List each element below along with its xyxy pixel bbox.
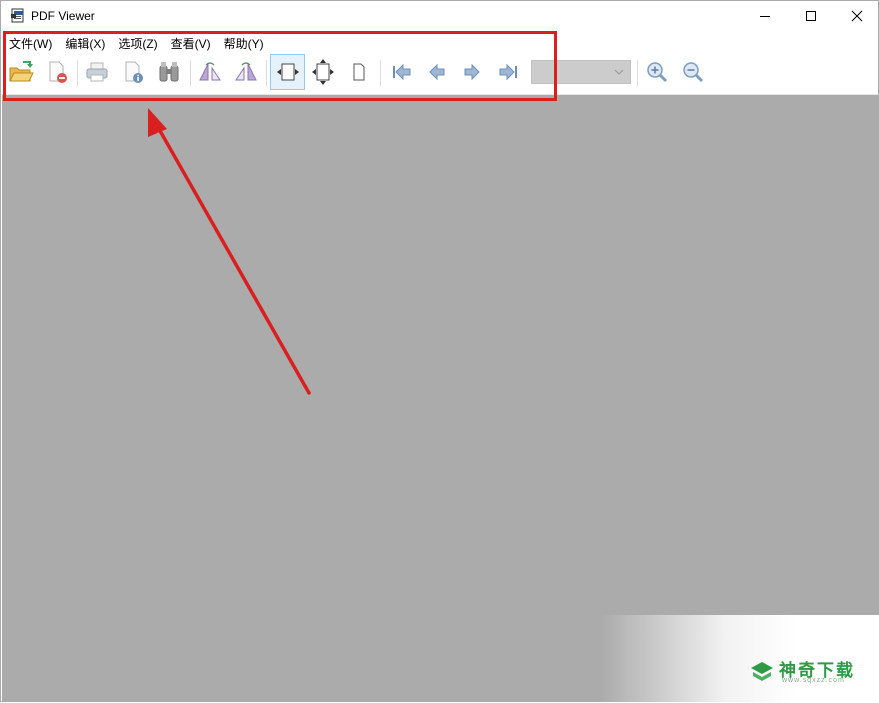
- app-window: PDF Viewer 文件(W) 编辑(X) 选项(Z) 查看(V) 帮助(Y): [0, 0, 879, 702]
- arrow-head-icon: [148, 108, 167, 137]
- annotation-arrow: [148, 108, 311, 395]
